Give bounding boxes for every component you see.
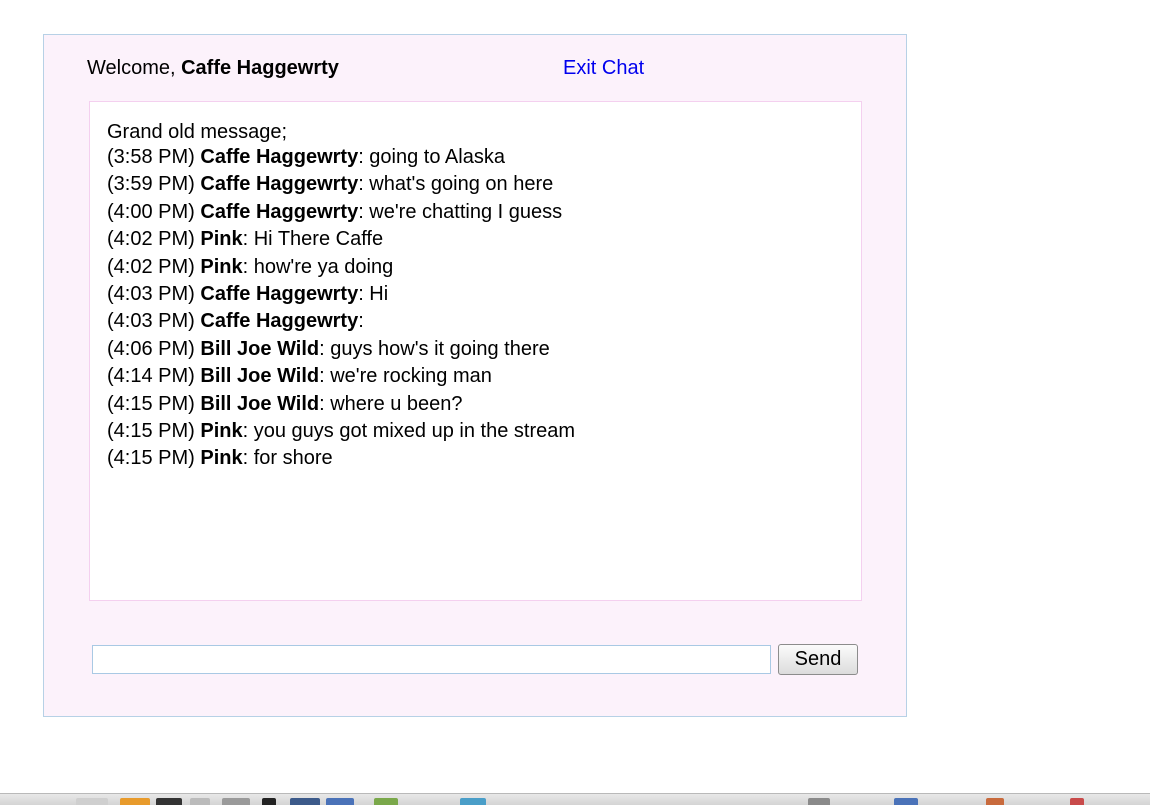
chat-message: (3:59 PM) Caffe Haggewrty: what's going … bbox=[107, 171, 844, 198]
message-text: : for shore bbox=[242, 447, 333, 470]
message-sender: Pink bbox=[200, 228, 243, 251]
message-time: (4:02 PM) bbox=[107, 228, 195, 251]
message-time: (4:00 PM) bbox=[107, 200, 195, 223]
message-time: (3:58 PM) bbox=[107, 146, 195, 168]
palette-icon[interactable] bbox=[374, 798, 398, 805]
message-time: (4:03 PM) bbox=[107, 283, 195, 306]
message-text: : guys how's it going there bbox=[319, 337, 550, 360]
message-text: : Hi bbox=[358, 283, 389, 306]
display-icon[interactable] bbox=[808, 798, 830, 805]
message-text: : how're ya doing bbox=[242, 255, 394, 278]
message-text: : going to Alaska bbox=[358, 146, 505, 168]
message-time: (4:02 PM) bbox=[107, 255, 195, 278]
message-text: : what's going on here bbox=[358, 173, 554, 196]
monitor-icon[interactable] bbox=[894, 798, 918, 805]
message-sender: Bill Joe Wild bbox=[200, 365, 320, 388]
speaker-icon[interactable] bbox=[986, 798, 1004, 805]
message-text: : you guys got mixed up in the stream bbox=[242, 420, 576, 443]
chat-message: (4:14 PM) Bill Joe Wild: we're rocking m… bbox=[107, 363, 844, 390]
exit-chat-link[interactable]: Exit Chat bbox=[563, 57, 644, 80]
message-sender: Caffe Haggewrty bbox=[200, 283, 359, 306]
message-sender: Caffe Haggewrty bbox=[200, 173, 359, 196]
message-text: : we're chatting I guess bbox=[358, 200, 563, 223]
chat-message: (4:03 PM) Caffe Haggewrty: Hi bbox=[107, 281, 844, 308]
chat-log[interactable]: Grand old message; (3:58 PM) Caffe Hagge… bbox=[89, 101, 862, 601]
app-icon[interactable] bbox=[460, 798, 486, 805]
message-sender: Bill Joe Wild bbox=[200, 337, 320, 360]
chat-message: (4:02 PM) Pink: how're ya doing bbox=[107, 254, 844, 281]
penguin-icon[interactable] bbox=[262, 798, 276, 805]
window-icon[interactable] bbox=[76, 798, 108, 805]
chat-message: (4:03 PM) Caffe Haggewrty: bbox=[107, 308, 844, 335]
message-text: : we're rocking man bbox=[319, 365, 492, 388]
message-sender: Caffe Haggewrty bbox=[200, 146, 359, 168]
message-sender: Pink bbox=[200, 447, 243, 470]
message-sender: Caffe Haggewrty bbox=[200, 200, 359, 223]
browser-icon[interactable] bbox=[120, 798, 150, 805]
chat-message: (4:02 PM) Pink: Hi There Caffe bbox=[107, 226, 844, 253]
message-text: : Hi There Caffe bbox=[242, 228, 384, 251]
taskbar bbox=[0, 793, 1150, 805]
chat-message: (4:00 PM) Caffe Haggewrty: we're chattin… bbox=[107, 199, 844, 226]
message-sender: Caffe Haggewrty bbox=[200, 310, 359, 333]
message-input[interactable] bbox=[92, 645, 771, 674]
chat-intro: Grand old message; bbox=[107, 121, 288, 143]
terminal-icon[interactable] bbox=[156, 798, 182, 805]
message-time: (4:15 PM) bbox=[107, 447, 195, 470]
notepad-icon[interactable] bbox=[222, 798, 250, 805]
chat-message: (3:58 PM) Caffe Haggewrty: going to Alas… bbox=[107, 144, 844, 171]
chat-message: (4:15 PM) Pink: for shore bbox=[107, 445, 844, 472]
chat-message: (4:15 PM) Bill Joe Wild: where u been? bbox=[107, 391, 844, 418]
chat-wrapper: Welcome, Caffe Haggewrty Exit Chat Grand… bbox=[43, 34, 907, 717]
message-time: (4:15 PM) bbox=[107, 392, 195, 415]
current-username: Caffe Haggewrty bbox=[181, 57, 339, 79]
chat-message: (4:15 PM) Pink: you guys got mixed up in… bbox=[107, 418, 844, 445]
shield-icon[interactable] bbox=[290, 798, 320, 805]
welcome-message: Welcome, Caffe Haggewrty bbox=[87, 57, 339, 80]
message-sender: Bill Joe Wild bbox=[200, 392, 320, 415]
welcome-prefix: Welcome, bbox=[87, 57, 182, 79]
message-text: : bbox=[358, 310, 364, 333]
message-time: (4:06 PM) bbox=[107, 337, 195, 360]
message-time: (4:15 PM) bbox=[107, 420, 195, 443]
message-time: (3:59 PM) bbox=[107, 173, 195, 196]
send-button[interactable]: Send bbox=[778, 644, 858, 675]
message-time: (4:14 PM) bbox=[107, 365, 195, 388]
file-icon[interactable] bbox=[190, 798, 210, 805]
message-time: (4:03 PM) bbox=[107, 310, 195, 333]
message-text: : where u been? bbox=[319, 392, 463, 415]
chat-message: (4:06 PM) Bill Joe Wild: guys how's it g… bbox=[107, 336, 844, 363]
network-icon[interactable] bbox=[326, 798, 354, 805]
power-icon[interactable] bbox=[1070, 798, 1084, 805]
message-sender: Pink bbox=[200, 255, 243, 278]
message-sender: Pink bbox=[200, 420, 243, 443]
menu-bar: Welcome, Caffe Haggewrty Exit Chat bbox=[87, 57, 647, 83]
